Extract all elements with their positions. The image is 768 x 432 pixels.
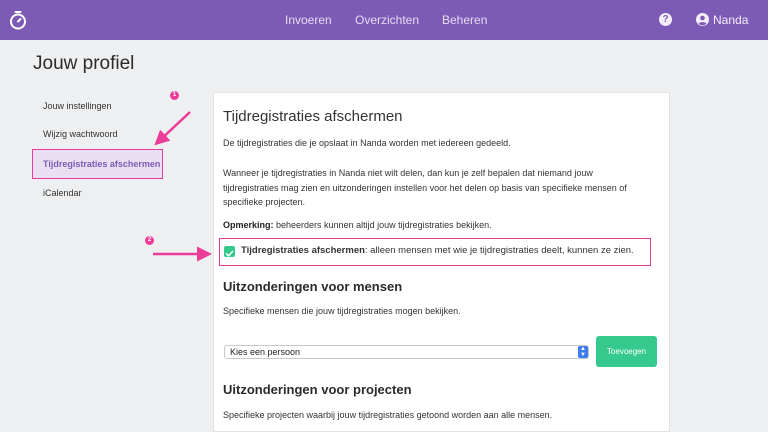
sidebar-item-jouw-instellingen[interactable]: Jouw instellingen xyxy=(43,101,112,111)
page-title: Jouw profiel xyxy=(33,53,135,74)
sidebar-item-icalendar[interactable]: iCalendar xyxy=(43,188,82,198)
note-label: Opmerking: xyxy=(223,220,274,230)
project-exceptions-title: Uitzonderingen voor projecten xyxy=(223,382,412,397)
explanation-line: specifieke projecten. xyxy=(223,197,306,207)
person-select-value: Kies een persoon xyxy=(230,347,301,357)
annotation-arrow-1 xyxy=(154,111,191,146)
person-select[interactable]: Kies een persoon ▲ ▼ xyxy=(224,345,589,359)
select-chevron-icon: ▲ ▼ xyxy=(578,346,588,358)
annotation-badge-1: 1 xyxy=(170,91,179,100)
top-navbar: Invoeren Overzichten Beheren ? Nanda xyxy=(0,0,768,40)
sidebar-item-tijdregistraties-afschermen[interactable]: Tijdregistraties afschermen xyxy=(43,159,160,169)
stopwatch-logo-icon[interactable] xyxy=(8,10,28,30)
help-icon[interactable]: ? xyxy=(659,13,672,26)
nav-overzichten[interactable]: Overzichten xyxy=(355,0,419,40)
explanation-line: tijdregistraties mag zien en uitzonderin… xyxy=(223,182,627,193)
people-exceptions-description: Specifieke mensen die jouw tijdregistrat… xyxy=(223,306,461,316)
explanation-text: Wanneer je tijdregistraties in Nanda nie… xyxy=(223,166,663,210)
nav-beheren[interactable]: Beheren xyxy=(442,0,487,40)
intro-text: De tijdregistraties die je opslaat in Na… xyxy=(223,138,511,148)
people-exceptions-title: Uitzonderingen voor mensen xyxy=(223,279,403,294)
hide-timesheets-checkbox[interactable] xyxy=(224,246,235,257)
hide-timesheets-label-text: : alleen mensen met wie je tijdregistrat… xyxy=(364,245,634,256)
section-title: Tijdregistraties afschermen xyxy=(223,108,403,125)
hide-timesheets-label-bold: Tijdregistraties afschermen xyxy=(241,245,365,256)
explanation-line: Wanneer je tijdregistraties in Nanda nie… xyxy=(223,168,593,178)
user-menu-name[interactable]: Nanda xyxy=(713,0,748,40)
add-person-button[interactable]: Toevoegen xyxy=(596,336,657,367)
note-body: beheerders kunnen altijd jouw tijdregist… xyxy=(273,220,492,230)
project-exceptions-description: Specifieke projecten waarbij jouw tijdre… xyxy=(223,410,553,420)
user-avatar-icon[interactable] xyxy=(696,13,709,26)
checkmark-icon xyxy=(225,250,234,257)
note-text: Opmerking: beheerders kunnen altijd jouw… xyxy=(223,218,663,233)
annotation-badge-2: 2 xyxy=(145,236,154,245)
nav-invoeren[interactable]: Invoeren xyxy=(285,0,332,40)
hide-timesheets-label[interactable]: Tijdregistraties afschermen: alleen mens… xyxy=(241,245,634,256)
sidebar-item-wijzig-wachtwoord[interactable]: Wijzig wachtwoord xyxy=(43,129,118,139)
